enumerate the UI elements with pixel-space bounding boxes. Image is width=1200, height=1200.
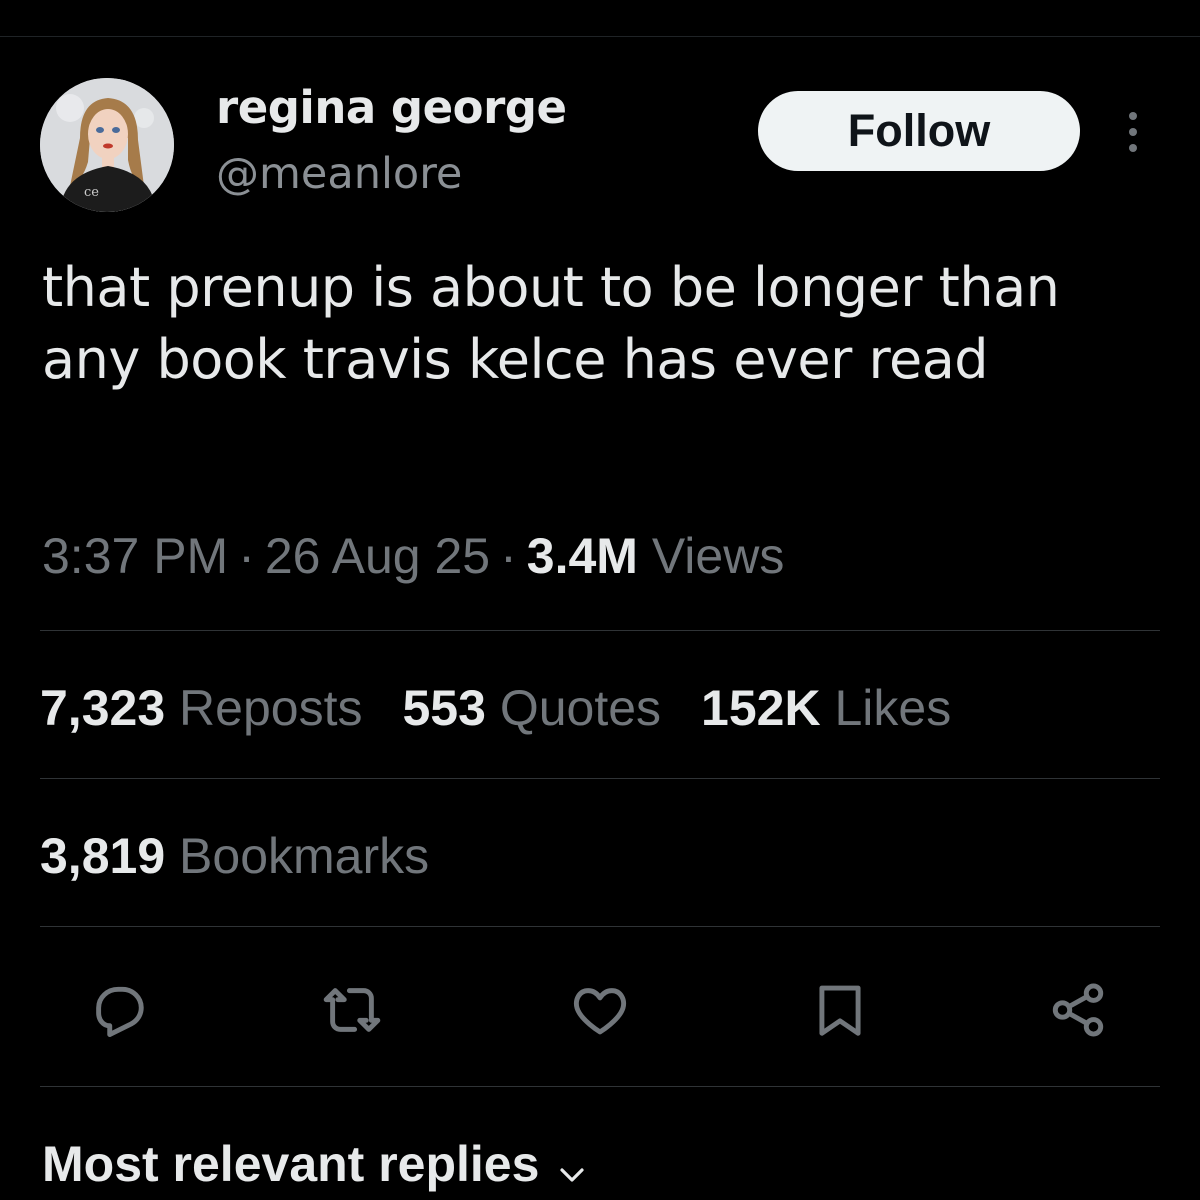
author-handle[interactable]: @meanlore <box>216 148 462 200</box>
chevron-down-icon <box>557 1136 587 1200</box>
quotes-count: 553 <box>402 680 486 736</box>
share-button[interactable] <box>1038 970 1118 1050</box>
bookmarks-label: Bookmarks <box>179 828 430 884</box>
repost-icon <box>323 988 381 1032</box>
reposts-label: Reposts <box>179 680 363 736</box>
divider <box>40 778 1160 779</box>
divider <box>40 630 1160 631</box>
follow-button[interactable]: Follow <box>758 91 1080 171</box>
divider <box>40 926 1160 927</box>
replies-sort-label: Most relevant replies <box>42 1136 540 1192</box>
views-label: Views <box>651 528 785 584</box>
quotes-stat[interactable]: 553 Quotes <box>402 680 661 736</box>
reposts-count: 7,323 <box>40 680 166 736</box>
like-icon <box>574 988 626 1035</box>
reply-button[interactable] <box>78 970 158 1050</box>
like-button[interactable] <box>560 970 640 1050</box>
engagement-stats: 7,323 Reposts 553 Quotes 152K Likes <box>40 678 991 738</box>
tweet-date[interactable]: 26 Aug 25 <box>265 528 490 584</box>
author-display-name[interactable]: regina george <box>216 80 567 136</box>
bookmark-button[interactable] <box>800 970 880 1050</box>
likes-stat[interactable]: 152K Likes <box>701 680 951 736</box>
tweet-text: that prenup is about to be longer than a… <box>42 256 1060 391</box>
tweet-time[interactable]: 3:37 PM <box>42 528 228 584</box>
reposts-stat[interactable]: 7,323 Reposts <box>40 680 362 736</box>
avatar-image: ce <box>40 78 174 212</box>
svg-text:ce: ce <box>84 185 99 200</box>
replies-sort-dropdown[interactable]: Most relevant replies <box>42 1132 587 1200</box>
likes-label: Likes <box>834 680 952 736</box>
repost-button[interactable] <box>312 970 392 1050</box>
likes-count: 152K <box>701 680 821 736</box>
action-bar <box>40 970 1160 1050</box>
more-vertical-icon <box>1129 112 1137 152</box>
tweet-meta: 3:37 PM · 26 Aug 25 · 3.4M Views <box>42 526 784 586</box>
top-divider <box>0 36 1200 37</box>
more-options-button[interactable] <box>1114 104 1152 160</box>
meta-separator: · <box>238 528 255 584</box>
reply-icon <box>96 986 144 1037</box>
meta-separator: · <box>500 528 517 584</box>
share-icon <box>1052 983 1104 1037</box>
quotes-label: Quotes <box>499 680 662 736</box>
bookmark-icon <box>819 985 861 1036</box>
bookmarks-count: 3,819 <box>40 828 166 884</box>
avatar[interactable]: ce <box>40 78 174 212</box>
bookmarks-stat[interactable]: 3,819 Bookmarks <box>40 826 469 886</box>
views-count: 3.4M <box>526 528 638 584</box>
divider <box>40 1086 1160 1087</box>
